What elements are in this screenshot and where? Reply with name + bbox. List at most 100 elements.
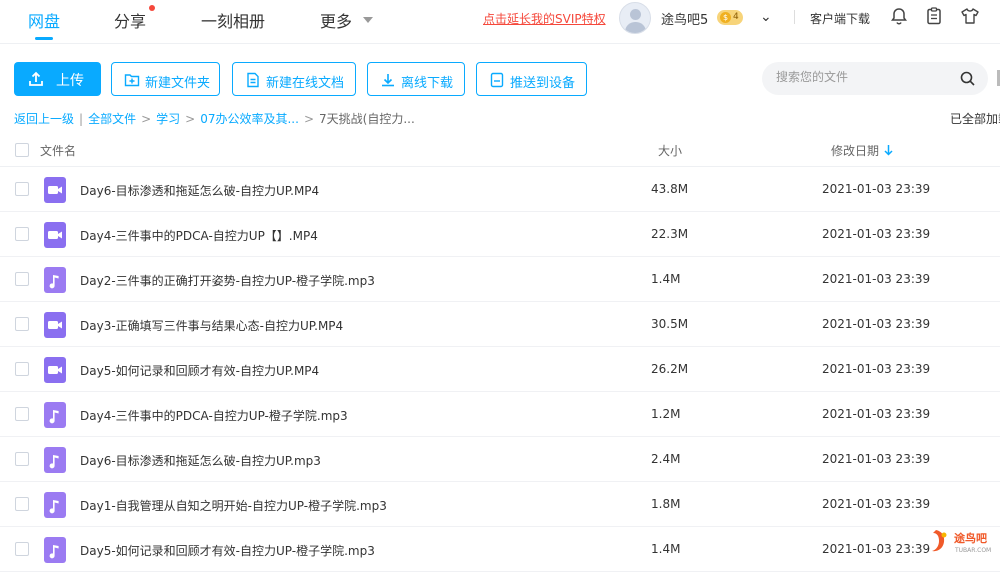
file-name[interactable]: Day6-目标渗透和拖延怎么破-自控力UP.mp3: [80, 452, 321, 469]
breadcrumb-folder[interactable]: 07办公效率及其...: [200, 112, 299, 126]
row-checkbox[interactable]: [15, 227, 29, 241]
search-input[interactable]: [776, 70, 956, 84]
video-file-icon: [44, 177, 66, 203]
avatar[interactable]: [619, 2, 651, 34]
search-box: [762, 62, 988, 95]
push-to-device-label: 推送到设备: [510, 76, 576, 91]
download-icon: [382, 74, 394, 87]
table-row[interactable]: Day5-如何记录和回顾才有效-自控力UP-橙子学院.mp3 1.4M 2021-0…: [0, 527, 1000, 572]
file-date: 2021-01-03 23:39: [822, 182, 931, 196]
file-size: 43.8M: [651, 182, 689, 196]
tab-share[interactable]: 分享: [114, 8, 146, 32]
client-download-link[interactable]: 客户端下载: [810, 10, 870, 27]
svg-text:途鸟吧: 途鸟吧: [954, 531, 987, 545]
tab-netdisk[interactable]: 网盘: [28, 8, 60, 32]
file-name[interactable]: Day3-正确填写三件事与结果心态-自控力UP.MP4: [80, 317, 343, 334]
vip-level-value: 4: [733, 12, 739, 22]
offline-download-label: 离线下载: [401, 76, 454, 91]
upload-icon: [29, 71, 43, 86]
file-date: 2021-01-03 23:39: [822, 362, 931, 376]
upload-button[interactable]: 上传: [14, 62, 101, 96]
breadcrumb-separator: >: [303, 112, 314, 126]
column-name[interactable]: 文件名: [40, 142, 76, 159]
row-checkbox[interactable]: [15, 362, 29, 376]
file-date: 2021-01-03 23:39: [822, 452, 931, 466]
breadcrumb-separator: >: [185, 112, 196, 126]
file-size: 26.2M: [651, 362, 689, 376]
table-row[interactable]: Day6-目标渗透和拖延怎么破-自控力UP.MP4 43.8M 2021-01-03…: [0, 167, 1000, 212]
file-date: 2021-01-03 23:39: [822, 317, 931, 331]
row-checkbox[interactable]: [15, 452, 29, 466]
new-folder-label: 新建文件夹: [145, 76, 211, 91]
breadcrumb: 返回上一级 | 全部文件 > 学习 >07办公效率及其... >7天挑战(自控力...: [14, 110, 415, 127]
device-icon: [490, 72, 504, 88]
row-checkbox[interactable]: [15, 497, 29, 511]
breadcrumb-back[interactable]: 返回上一级: [14, 112, 74, 126]
column-size[interactable]: 大小: [658, 142, 682, 159]
document-icon: [247, 72, 259, 88]
file-size: 30.5M: [651, 317, 689, 331]
audio-file-icon: [44, 267, 66, 293]
table-row[interactable]: Day3-正确填写三件事与结果心态-自控力UP.MP4 30.5M 2021-01-…: [0, 302, 1000, 347]
chevron-down-icon[interactable]: [363, 17, 373, 23]
file-date: 2021-01-03 23:39: [822, 497, 931, 511]
table-header: 文件名 大小 修改日期: [0, 133, 1000, 167]
clipboard-icon[interactable]: [924, 6, 944, 26]
table-row[interactable]: Day5-如何记录和回顾才有效-自控力UP.MP4 26.2M 2021-01-03…: [0, 347, 1000, 392]
tab-album[interactable]: 一刻相册: [201, 8, 265, 32]
svip-renew-link[interactable]: 点击延长我的SVIP特权: [483, 10, 606, 27]
table-row[interactable]: Day4-三件事中的PDCA-自控力UP【】.MP4 22.3M 2021-01-0…: [0, 212, 1000, 257]
offline-download-button[interactable]: 离线下载: [367, 62, 465, 96]
new-online-doc-button[interactable]: 新建在线文档: [232, 62, 356, 96]
file-size: 1.2M: [651, 407, 681, 421]
shirt-icon[interactable]: [960, 6, 980, 26]
file-name[interactable]: Day5-如何记录和回顾才有效-自控力UP.MP4: [80, 362, 319, 379]
file-date: 2021-01-03 23:39: [822, 542, 931, 556]
audio-file-icon: [44, 402, 66, 428]
push-to-device-button[interactable]: 推送到设备: [476, 62, 587, 96]
top-nav: 网盘 分享 一刻相册 更多 点击延长我的SVIP特权 途鸟吧5 $4 ⌄ 客户端…: [0, 0, 1000, 44]
file-size: 1.4M: [651, 272, 681, 286]
active-tab-indicator: [35, 37, 53, 40]
tab-more[interactable]: 更多: [320, 8, 352, 32]
row-checkbox[interactable]: [15, 317, 29, 331]
username[interactable]: 途鸟吧5: [661, 9, 708, 28]
user-menu-chevron-icon[interactable]: ⌄: [760, 9, 772, 25]
file-date: 2021-01-03 23:39: [822, 272, 931, 286]
new-online-doc-label: 新建在线文档: [266, 76, 345, 91]
table-row[interactable]: Day4-三件事中的PDCA-自控力UP-橙子学院.mp3 1.2M 2021-01…: [0, 392, 1000, 437]
row-checkbox[interactable]: [15, 407, 29, 421]
loaded-status: 已全部加载: [950, 112, 1000, 126]
audio-file-icon: [44, 492, 66, 518]
file-name[interactable]: Day6-目标渗透和拖延怎么破-自控力UP.MP4: [80, 182, 319, 199]
row-checkbox[interactable]: [15, 542, 29, 556]
breadcrumb-all-files[interactable]: 全部文件: [88, 112, 136, 126]
row-checkbox[interactable]: [15, 272, 29, 286]
folder-plus-icon: [124, 74, 140, 87]
table-row[interactable]: Day1-自我管理从自知之明开始-自控力UP-橙子学院.mp3 1.8M 2021-…: [0, 482, 1000, 527]
file-name[interactable]: Day2-三件事的正确打开姿势-自控力UP-橙子学院.mp3: [80, 272, 375, 289]
breadcrumb-current: 7天挑战(自控力...: [319, 112, 415, 126]
file-size: 22.3M: [651, 227, 689, 241]
file-size: 2.4M: [651, 452, 681, 466]
file-name[interactable]: Day4-三件事中的PDCA-自控力UP-橙子学院.mp3: [80, 407, 348, 424]
file-name[interactable]: Day5-如何记录和回顾才有效-自控力UP-橙子学院.mp3: [80, 542, 375, 559]
row-checkbox[interactable]: [15, 182, 29, 196]
audio-file-icon: [44, 537, 66, 563]
column-date[interactable]: 修改日期: [831, 142, 879, 159]
video-file-icon: [44, 222, 66, 248]
audio-file-icon: [44, 447, 66, 473]
select-all-checkbox[interactable]: [15, 143, 29, 157]
upload-label: 上传: [56, 73, 84, 89]
table-row[interactable]: Day2-三件事的正确打开姿势-自控力UP-橙子学院.mp3 1.4M 2021-0…: [0, 257, 1000, 302]
new-folder-button[interactable]: 新建文件夹: [111, 62, 220, 96]
file-date: 2021-01-03 23:39: [822, 227, 931, 241]
bell-icon[interactable]: [889, 6, 909, 26]
table-row[interactable]: Day6-目标渗透和拖延怎么破-自控力UP.mp3 2.4M 2021-01-03 …: [0, 437, 1000, 482]
file-size: 1.4M: [651, 542, 681, 556]
breadcrumb-study[interactable]: 学习: [156, 112, 180, 126]
file-name[interactable]: Day1-自我管理从自知之明开始-自控力UP-橙子学院.mp3: [80, 497, 387, 514]
search-icon[interactable]: [960, 71, 975, 86]
file-name[interactable]: Day4-三件事中的PDCA-自控力UP【】.MP4: [80, 227, 318, 244]
sort-desc-arrow-icon[interactable]: [884, 144, 893, 156]
